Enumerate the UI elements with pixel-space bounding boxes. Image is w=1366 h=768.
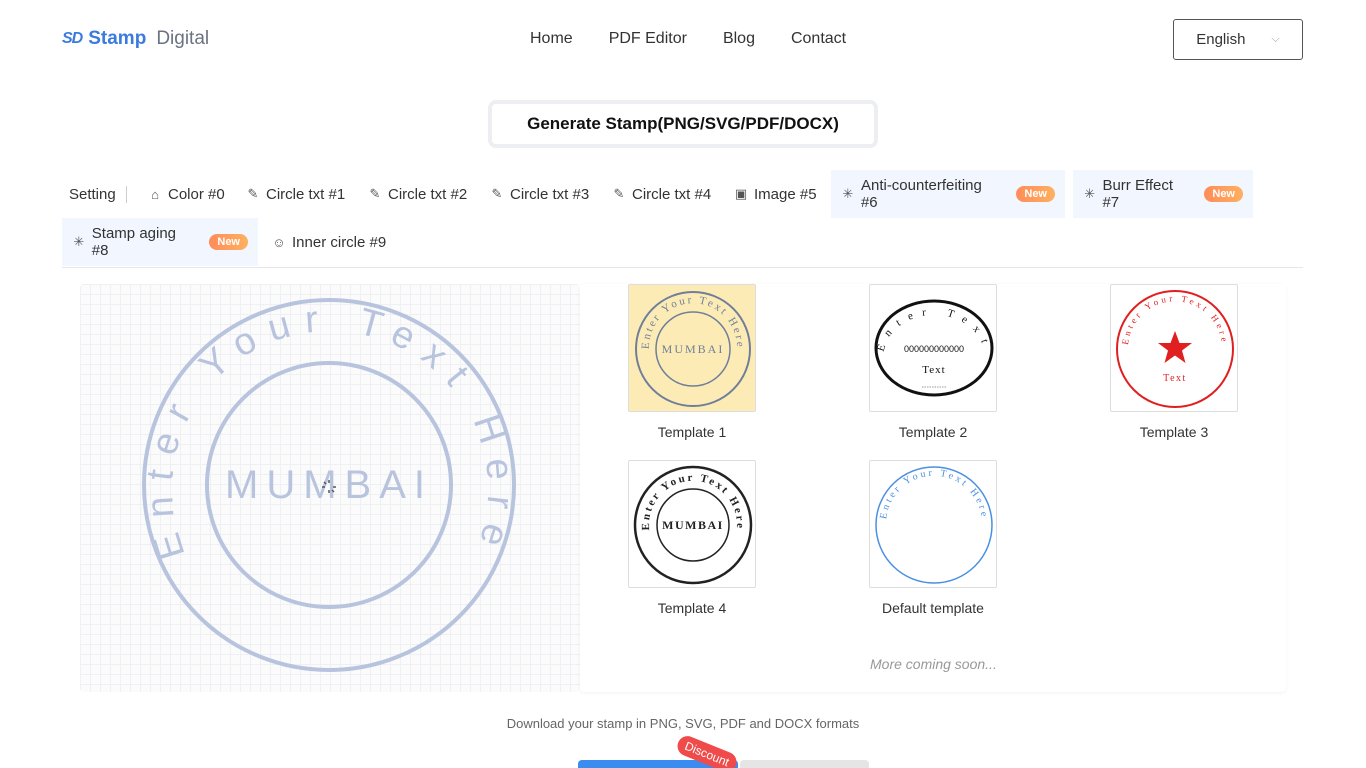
new-badge: New [209,234,248,250]
template-3-stamp-svg: Enter Your Text Here Text [1116,290,1234,408]
tab-circle-txt-1[interactable]: ✎ Circle txt #1 [236,170,355,218]
language-value: English [1196,31,1246,48]
template-thumb[interactable]: Enter Your Text Here Text [1110,284,1238,412]
logo-mark-icon: SD [62,30,83,47]
ring-text-path: Enter Your Text Here [138,298,508,565]
tab-label: Image #5 [754,185,817,203]
logo[interactable]: SD Stamp Digital [62,28,209,50]
image-icon: ▣ [734,186,748,201]
template-2-center-text: 000000000000 [904,344,964,354]
secondary-button[interactable] [740,760,869,768]
nav-contact[interactable]: Contact [791,30,846,48]
header: SD Stamp Digital Home PDF Editor Blog Co… [0,0,1366,80]
new-badge: New [1016,186,1055,202]
template-panel: Enter Your Text Here MUMBAI Template 1 E… [580,284,1286,692]
tab-stamp-aging[interactable]: ✳ Stamp aging #8 New [62,218,258,266]
tab-label: Circle txt #3 [510,185,590,203]
tab-image[interactable]: ▣ Image #5 [724,170,827,218]
more-coming-soon: More coming soon... [870,656,997,672]
home-icon: ⌂ [151,186,159,202]
setting-label: Setting [69,186,127,203]
tab-burr-effect[interactable]: ✳ Burr Effect #7 New [1073,170,1253,218]
tab-color[interactable]: ⌂ Color #0 [138,170,235,218]
template-thumb[interactable]: Enter Your Text Here [869,460,997,588]
template-name: Template 4 [657,600,727,616]
sparkle-icon: ✳ [73,234,85,249]
tab-label: Color #0 [168,185,225,203]
default-template-ring-text: Enter Your Text Here [878,468,987,520]
tab-label: Inner circle #9 [292,233,387,251]
main-nav: Home PDF Editor Blog Contact [530,30,882,48]
nav-blog[interactable]: Blog [723,30,755,48]
template-card-4[interactable]: Enter Your Text Here MUMBAI Template 4 [628,460,756,616]
chevron-down-icon: ⌵ [1271,33,1280,45]
tab-label: Circle txt #1 [266,185,346,203]
download-note: Download your stamp in PNG, SVG, PDF and… [506,716,860,731]
template-1-center-text: MUMBAI [662,342,725,356]
generate-stamp-button[interactable]: Generate Stamp(PNG/SVG/PDF/DOCX) [488,100,878,148]
template-name: Template 3 [1139,424,1209,440]
tab-circle-txt-2[interactable]: ✎ Circle txt #2 [358,170,477,218]
template-card-default[interactable]: Enter Your Text Here Default template [869,460,997,616]
tab-circle-txt-3[interactable]: ✎ Circle txt #3 [480,170,599,218]
template-thumb[interactable]: Enter Your Text Here MUMBAI [628,284,756,412]
template-card-2[interactable]: Enter Text 000000000000 Text Template 2 [869,284,997,440]
tab-circle-txt-4[interactable]: ✎ Circle txt #4 [602,170,721,218]
template-1-stamp-svg: Enter Your Text Here MUMBAI [635,291,751,407]
template-4-center-text: MUMBAI [662,518,724,532]
template-name: Template 1 [657,424,727,440]
sparkle-icon: ✳ [1084,186,1096,201]
star-icon [1158,331,1192,363]
default-template-stamp-svg: Enter Your Text Here [875,466,993,584]
template-card-1[interactable]: Enter Your Text Here MUMBAI Template 1 [628,284,756,440]
template-3-center-text: Text [1163,373,1187,384]
pen-icon: ✎ [369,186,381,201]
logo-strong-text: Stamp [88,28,147,49]
logo-light-text: Digital [156,28,210,49]
stamp-preview-canvas[interactable]: Enter Your Text Here MUMBAI [80,284,580,692]
pen-icon: ✎ [613,186,625,201]
ring-text: Enter Your Text Here [138,298,522,565]
smile-icon: ☺ [272,234,286,250]
pen-icon: ✎ [491,186,503,201]
new-badge: New [1204,186,1243,202]
center-text: MUMBAI [225,463,433,507]
tab-label: Circle txt #4 [632,185,712,203]
nav-pdf-editor[interactable]: PDF Editor [609,30,687,48]
tab-inner-circle[interactable]: ☺ Inner circle #9 [262,218,396,266]
pen-icon: ✎ [247,186,259,201]
template-2-sub-text: Text [922,364,945,376]
language-select[interactable]: English ⌵ [1173,19,1303,60]
tab-label: Anti-counterfeiting #6 [860,177,982,211]
template-4-stamp-svg: Enter Your Text Here MUMBAI [633,465,753,585]
tab-label: Stamp aging #8 [91,225,177,259]
template-2-stamp-svg: Enter Text 000000000000 Text [874,299,994,397]
tab-anti-counterfeiting[interactable]: ✳ Anti-counterfeiting #6 New [831,170,1065,218]
settings-tabs: Setting ⌂ Color #0 ✎ Circle txt #1 ✎ Cir… [62,170,1303,268]
template-thumb[interactable]: Enter Text 000000000000 Text [869,284,997,412]
template-card-3[interactable]: Enter Your Text Here Text Template 3 [1110,284,1238,440]
nav-home[interactable]: Home [530,30,573,48]
template-name: Default template [882,600,984,616]
tab-label: Burr Effect #7 [1102,177,1174,211]
tab-label: Circle txt #2 [388,185,468,203]
template-thumb[interactable]: Enter Your Text Here MUMBAI [628,460,756,588]
stamp-preview-svg: Enter Your Text Here MUMBAI [138,298,522,672]
template-name: Template 2 [898,424,968,440]
svg-text:Enter Your Text Here: Enter Your Text Here [878,468,990,520]
sparkle-icon: ✳ [842,186,854,201]
